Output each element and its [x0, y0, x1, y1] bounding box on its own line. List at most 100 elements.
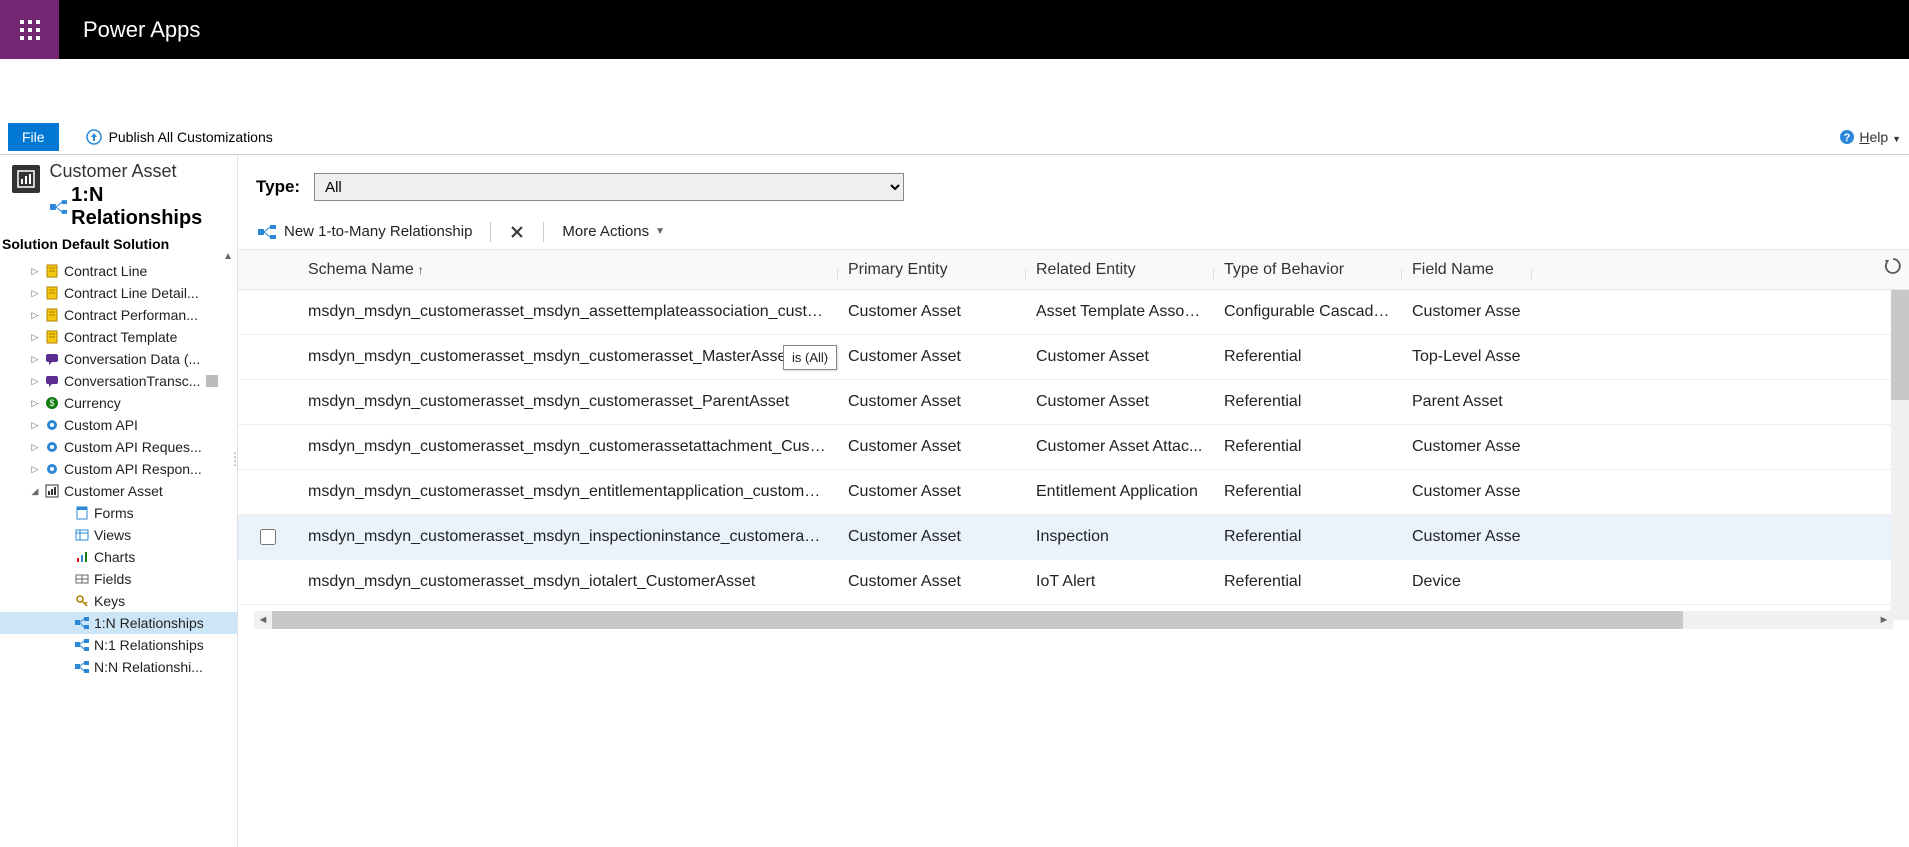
relationship-icon	[50, 200, 68, 214]
col-primary-entity[interactable]: Primary Entity	[838, 261, 1026, 279]
cell-primary: Customer Asset	[838, 438, 1026, 456]
entity-title: Customer Asset	[50, 161, 238, 182]
contract-icon	[44, 329, 60, 345]
cell-behavior: Referential	[1214, 573, 1402, 591]
tree-item-customer-asset[interactable]: ◢Customer Asset	[0, 480, 237, 502]
scroll-left-icon[interactable]: ◄	[254, 611, 272, 629]
type-select[interactable]: All	[314, 173, 904, 201]
expand-icon[interactable]: ▷	[30, 398, 40, 409]
col-related-entity[interactable]: Related Entity	[1026, 261, 1214, 279]
tree-child-n-n-relationshi-[interactable]: N:N Relationshi...	[0, 656, 237, 678]
table-row[interactable]: msdyn_msdyn_customerasset_msdyn_iotalert…	[238, 560, 1909, 605]
field-icon	[74, 571, 90, 587]
tree-item-contract-template[interactable]: ▷ Contract Template	[0, 326, 237, 348]
tree-item-label: Contract Template	[64, 329, 177, 345]
api-icon	[44, 417, 60, 433]
tree-child-label: N:1 Relationships	[94, 637, 204, 653]
expand-icon[interactable]: ▷	[30, 354, 40, 365]
tree-item-conversation-data-[interactable]: ▷Conversation Data (...	[0, 348, 237, 370]
table-row[interactable]: msdyn_msdyn_customerasset_msdyn_entitlem…	[238, 470, 1909, 515]
tree-child-label: Views	[94, 527, 131, 543]
vertical-scrollbar-thumb[interactable]	[1891, 290, 1909, 400]
scroll-right-icon[interactable]: ►	[1875, 611, 1893, 629]
expand-icon[interactable]: ▷	[30, 266, 40, 277]
cell-field: Customer Asse	[1402, 438, 1532, 456]
conv-icon	[44, 351, 60, 367]
table-row[interactable]: msdyn_msdyn_customerasset_msdyn_inspecti…	[238, 515, 1909, 560]
tree-item-custom-api[interactable]: ▷Custom API	[0, 414, 237, 436]
row-checkbox[interactable]	[260, 529, 276, 545]
expand-icon[interactable]: ▷	[30, 420, 40, 431]
cell-field: Customer Asse	[1402, 483, 1532, 501]
new-relationship-button[interactable]: New 1-to-Many Relationship	[248, 219, 482, 244]
app-header: Power Apps	[0, 0, 1909, 59]
expand-icon[interactable]: ▷	[30, 288, 40, 299]
col-field-name[interactable]: Field Name	[1402, 261, 1532, 279]
cell-related: Asset Template Associ...	[1026, 303, 1214, 321]
tree-item-contract-performan-[interactable]: ▷Contract Performan...	[0, 304, 237, 326]
tree-item-contract-line-detail-[interactable]: ▷Contract Line Detail...	[0, 282, 237, 304]
tree-child-charts[interactable]: Charts	[0, 546, 237, 568]
expand-icon[interactable]: ▷	[30, 310, 40, 321]
view-icon	[74, 527, 90, 543]
cell-related: Entitlement Application	[1026, 483, 1214, 501]
delete-icon	[509, 224, 525, 240]
table-row[interactable]: msdyn_msdyn_customerasset_msdyn_customer…	[238, 335, 1909, 380]
tree-item-conversationtransc-[interactable]: ▷ ConversationTransc...	[0, 370, 237, 392]
tree-item-label: ConversationTransc...	[64, 373, 200, 389]
expand-icon[interactable]: ▷	[30, 442, 40, 453]
tree-child-forms[interactable]: Forms	[0, 502, 237, 524]
tree-item-custom-api-reques-[interactable]: ▷ Custom API Reques...	[0, 436, 237, 458]
cell-schema: msdyn_msdyn_customerasset_msdyn_customer…	[298, 438, 838, 456]
expand-icon[interactable]: ◢	[30, 486, 40, 497]
header-spacer	[0, 59, 1909, 119]
rel-icon	[74, 615, 90, 631]
cell-primary: Customer Asset	[838, 528, 1026, 546]
table-row[interactable]: msdyn_msdyn_customerasset_msdyn_customer…	[238, 425, 1909, 470]
expand-icon[interactable]: ▷	[30, 376, 40, 387]
tree-item-label: Custom API Respon...	[64, 461, 202, 477]
cell-field: Parent Asset	[1402, 393, 1532, 411]
horizontal-scrollbar-thumb[interactable]	[272, 611, 1683, 629]
table-row[interactable]: msdyn_msdyn_customerasset_msdyn_assettem…	[238, 290, 1909, 335]
cell-field: Customer Asse	[1402, 303, 1532, 321]
cell-field: Top-Level Asse	[1402, 348, 1532, 366]
app-launcher-button[interactable]	[0, 0, 59, 59]
col-behavior[interactable]: Type of Behavior	[1214, 261, 1402, 279]
type-label: Type:	[256, 177, 300, 197]
cell-primary: Customer Asset	[838, 303, 1026, 321]
tree-item-currency[interactable]: ▷$Currency	[0, 392, 237, 414]
tree-item-label: Custom API Reques...	[64, 439, 202, 455]
form-icon	[74, 505, 90, 521]
cell-schema: msdyn_msdyn_customerasset_msdyn_inspecti…	[298, 528, 838, 546]
help-link[interactable]: ? Help ▼	[1839, 129, 1901, 145]
publish-label: Publish All Customizations	[109, 129, 273, 145]
rel-icon	[74, 637, 90, 653]
tree-child-fields[interactable]: Fields	[0, 568, 237, 590]
refresh-button[interactable]	[1883, 256, 1903, 276]
horizontal-scrollbar[interactable]: ◄ ►	[254, 611, 1893, 629]
cell-field: Device	[1402, 573, 1532, 591]
contract-icon	[44, 307, 60, 323]
cell-related: Inspection	[1026, 528, 1214, 546]
tree-child-1-n-relationships[interactable]: 1:N Relationships	[0, 612, 237, 634]
file-button[interactable]: File	[8, 123, 59, 151]
tree-child-keys[interactable]: Keys	[0, 590, 237, 612]
table-row[interactable]: msdyn_msdyn_customerasset_msdyn_customer…	[238, 380, 1909, 425]
tree-child-n-1-relationships[interactable]: N:1 Relationships	[0, 634, 237, 656]
tree-item-contract-line[interactable]: ▷ Contract Line	[0, 260, 237, 282]
tree-child-views[interactable]: Views	[0, 524, 237, 546]
tree-child-label: N:N Relationshi...	[94, 659, 203, 675]
col-schema-name[interactable]: Schema Name↑	[298, 261, 838, 279]
publish-all-button[interactable]: Publish All Customizations	[79, 124, 279, 150]
tree-item-custom-api-respon-[interactable]: ▷ Custom API Respon...	[0, 458, 237, 480]
relationships-grid: Schema Name↑ Primary Entity Related Enti…	[238, 249, 1909, 605]
delete-button[interactable]	[499, 220, 535, 244]
cell-primary: Customer Asset	[838, 393, 1026, 411]
expand-icon[interactable]: ▷	[30, 464, 40, 475]
entity-icon	[12, 165, 40, 193]
tree-item-label: Contract Line	[64, 263, 147, 279]
nav-tree: ▷Contract Line▷Contract Line Detail...▷C…	[0, 260, 237, 678]
expand-icon[interactable]: ▷	[30, 332, 40, 343]
more-actions-button[interactable]: More Actions ▼	[552, 219, 675, 244]
